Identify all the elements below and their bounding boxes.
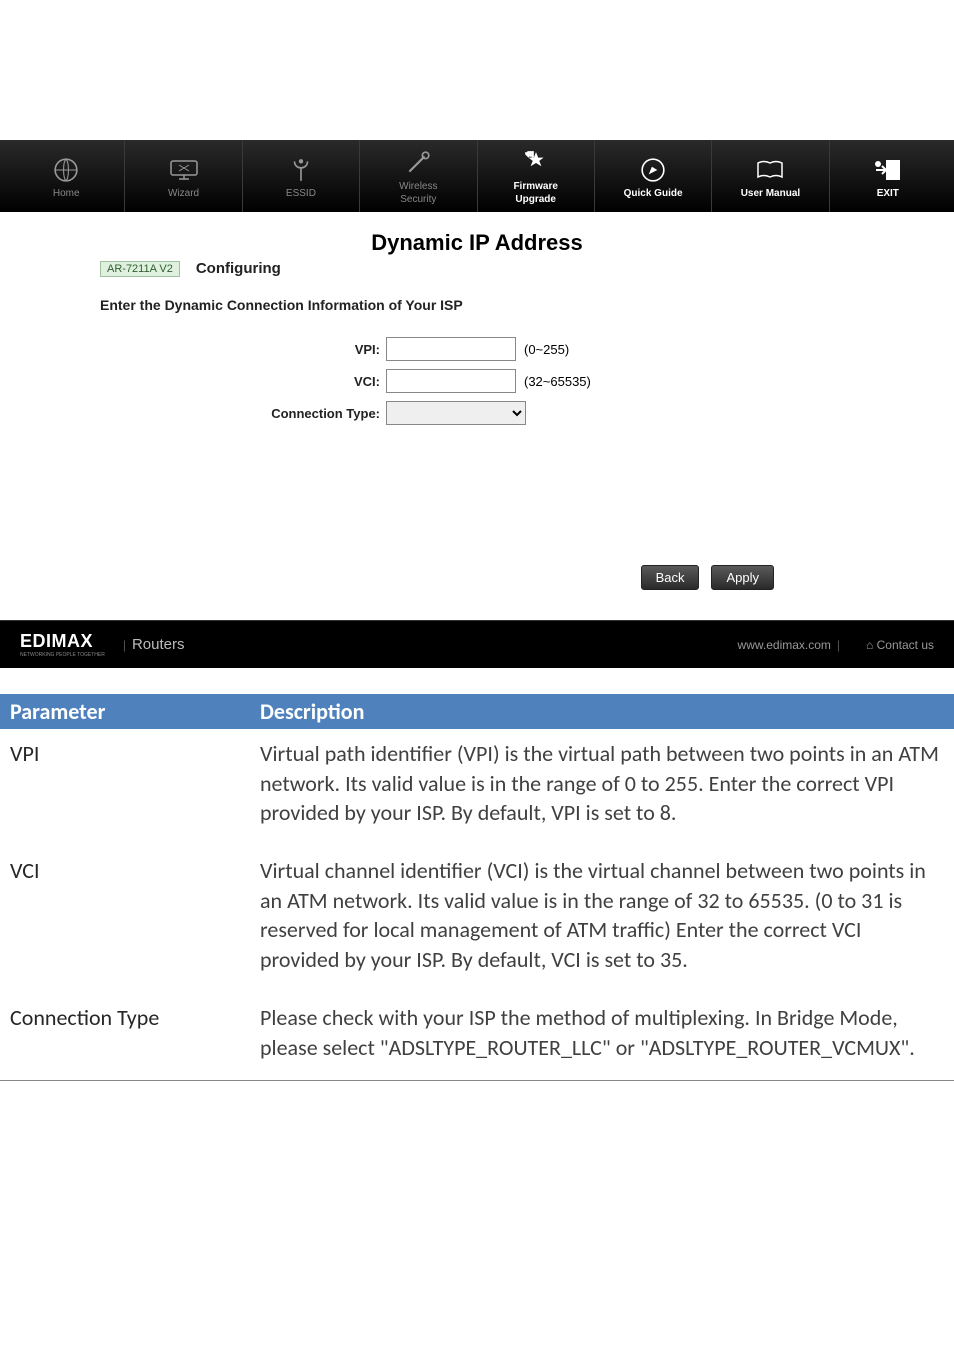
footer-contact[interactable]: ⌂ Contact us [866,638,934,652]
th-description: Description [250,694,954,729]
footer-divider: | [123,638,126,652]
footer-divider-2: | [837,638,840,652]
brand-text: EDIMAX [20,631,93,651]
nav-exit[interactable]: EXIT [830,140,946,212]
page-title: Dynamic IP Address [40,230,914,256]
nav-essid[interactable]: ESSID [243,140,360,212]
vci-input[interactable] [386,369,516,393]
nav-wizard[interactable]: Wizard [125,140,242,212]
footer-bar: EDIMAX NETWORKING PEOPLE TOGETHER | Rout… [0,620,954,668]
param-desc-vci: Virtual channel identifier (VCI) is the … [250,846,954,993]
home-small-icon: ⌂ [866,638,873,652]
download-star-icon [523,147,549,179]
model-tag: AR-7211A V2 [100,261,180,277]
conn-type-select[interactable] [386,401,526,425]
nav-firmware-upgrade[interactable]: Firmware Upgrade [478,140,595,212]
apply-button[interactable]: Apply [711,565,774,590]
vpi-input[interactable] [386,337,516,361]
param-name-conn: Connection Type [0,993,250,1081]
conn-type-label: Connection Type: [40,406,386,421]
param-name-vpi: VPI [0,729,250,846]
nav-home[interactable]: Home [8,140,125,212]
param-desc-vpi: Virtual path identifier (VPI) is the vir… [250,729,954,846]
top-nav: Home Wizard ESSID Wireless Security Firm… [0,140,954,212]
nav-wireless-security[interactable]: Wireless Security [360,140,477,212]
antenna-icon [288,154,314,186]
nav-firmware-label-bot: Upgrade [515,194,556,205]
nav-firmware-label-top: Firmware [513,181,557,192]
nav-essid-label: ESSID [286,188,316,199]
book-icon [756,154,784,186]
nav-wizard-label: Wizard [168,188,199,199]
table-row: Connection Type Please check with your I… [0,993,954,1081]
brand-sub: NETWORKING PEOPLE TOGETHER [20,652,105,658]
param-name-vci: VCI [0,846,250,993]
footer-contact-label: Contact us [877,638,934,652]
vpi-label: VPI: [40,342,386,357]
nav-quick-guide[interactable]: Quick Guide [595,140,712,212]
brand-logo: EDIMAX NETWORKING PEOPLE TOGETHER [20,631,105,658]
info-line: Enter the Dynamic Connection Information… [100,297,914,313]
nav-home-label: Home [53,188,80,199]
parameter-table: Parameter Description VPI Virtual path i… [0,694,954,1081]
footer-url[interactable]: www.edimax.com [738,638,831,652]
nav-wireless-label-top: Wireless [399,181,437,192]
nav-user-manual[interactable]: User Manual [712,140,829,212]
th-parameter: Parameter [0,694,250,729]
back-button[interactable]: Back [641,565,700,590]
table-row: VPI Virtual path identifier (VPI) is the… [0,729,954,846]
vci-label: VCI: [40,374,386,389]
globe-icon [53,154,79,186]
page-subtitle: Configuring [196,260,281,277]
compass-icon [640,154,666,186]
footer-section: Routers [132,636,185,653]
table-row: VCI Virtual channel identifier (VCI) is … [0,846,954,993]
exit-icon [874,154,902,186]
wand-icon [405,147,431,179]
vci-range: (32~65535) [524,374,591,389]
nav-wireless-label-bot: Security [400,194,436,205]
param-desc-conn: Please check with your ISP the method of… [250,993,954,1081]
vpi-range: (0~255) [524,342,569,357]
nav-usermanual-label: User Manual [741,188,800,199]
nav-quickguide-label: Quick Guide [624,188,683,199]
nav-exit-label: EXIT [877,188,899,199]
content-area: Dynamic IP Address AR-7211A V2 Configuri… [0,212,954,620]
monitor-icon [169,154,199,186]
